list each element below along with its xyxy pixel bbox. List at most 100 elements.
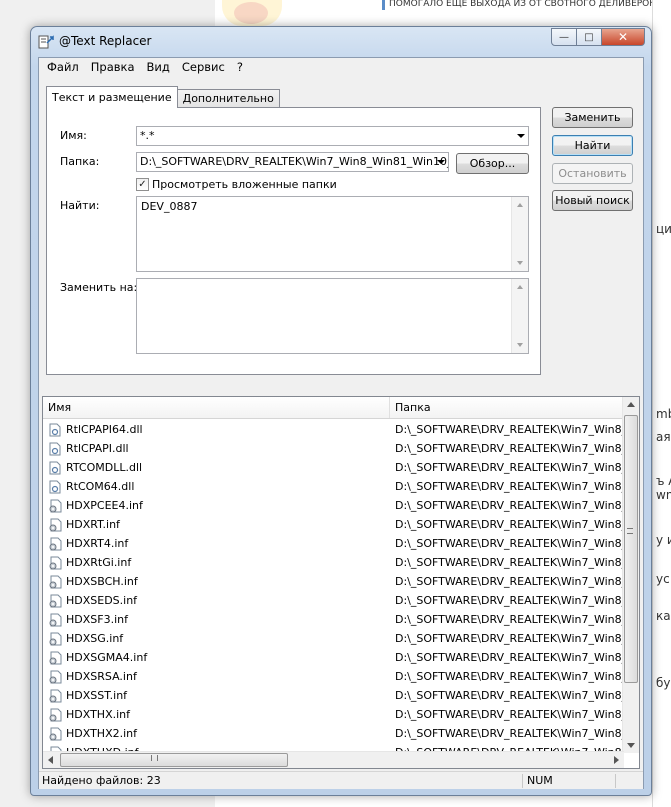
background-text-fragment: ъ А xyxy=(656,474,671,488)
inf-file-icon xyxy=(48,689,62,703)
table-row[interactable]: HDXPCEE4.inf D:\_SOFTWARE\DRV_REALTEK\Win… xyxy=(43,496,624,515)
folder-combo[interactable]: D:\_SOFTWARE\DRV_REALTEK\Win7_Win8_Win81… xyxy=(136,152,449,172)
status-num-indicator: NUM xyxy=(527,774,553,787)
cell-folder: D:\_SOFTWARE\DRV_REALTEK\Win7_Win8_ xyxy=(395,518,624,531)
tab-text-and-location[interactable]: Текст и размещение xyxy=(46,86,178,108)
minimize-button[interactable]: — xyxy=(551,28,577,46)
table-row[interactable]: RTCOMDLL.dll D:\_SOFTWARE\DRV_REALTEK\Win… xyxy=(43,458,624,477)
file-name: HDXRtGi.inf xyxy=(66,556,132,569)
subfolders-checkbox[interactable]: ✓ xyxy=(136,178,149,191)
table-row[interactable]: HDXSGMA4.inf D:\_SOFTWARE\DRV_REALTEK\Win… xyxy=(43,648,624,667)
file-name: HDXRT4.inf xyxy=(66,537,129,550)
scroll-up-arrow-icon[interactable] xyxy=(627,402,635,407)
cell-folder: D:\_SOFTWARE\DRV_REALTEK\Win7_Win8_ xyxy=(395,594,624,607)
file-name: HDXRT.inf xyxy=(66,518,120,531)
stop-button[interactable]: Остановить xyxy=(552,163,633,184)
cell-folder: D:\_SOFTWARE\DRV_REALTEK\Win7_Win8_ xyxy=(395,499,624,512)
file-name: RTCOMDLL.dll xyxy=(66,461,143,474)
menu-file[interactable]: Файл xyxy=(41,58,85,77)
file-name: HDXTHX2.inf xyxy=(66,727,138,740)
table-row[interactable]: HDXTHX.inf D:\_SOFTWARE\DRV_REALTEK\Win7_… xyxy=(43,705,624,724)
table-row[interactable]: HDXRtGi.inf D:\_SOFTWARE\DRV_REALTEK\Win7… xyxy=(43,553,624,572)
file-name: RtlCPAPI64.dll xyxy=(66,423,143,436)
table-row[interactable]: HDXSRSA.inf D:\_SOFTWARE\DRV_REALTEK\Win7… xyxy=(43,667,624,686)
table-row[interactable]: HDXSST.inf D:\_SOFTWARE\DRV_REALTEK\Win7_… xyxy=(43,686,624,705)
cell-name: RTCOMDLL.dll xyxy=(43,458,390,477)
close-button[interactable]: ✕ xyxy=(602,28,645,46)
table-row[interactable]: HDXSF3.inf D:\_SOFTWARE\DRV_REALTEK\Win7_… xyxy=(43,610,624,629)
replace-textarea[interactable] xyxy=(136,278,529,354)
scroll-right-arrow-icon[interactable] xyxy=(614,756,619,764)
inf-file-icon xyxy=(48,499,62,513)
scroll-thumb[interactable] xyxy=(624,415,638,683)
app-icon xyxy=(38,35,54,49)
table-row[interactable]: RtlCPAPI64.dll D:\_SOFTWARE\DRV_REALTEK\W… xyxy=(43,420,624,439)
table-row[interactable]: RtCOM64.dll D:\_SOFTWARE\DRV_REALTEK\Win7… xyxy=(43,477,624,496)
menu-edit[interactable]: Правка xyxy=(85,58,141,77)
inf-file-icon xyxy=(48,518,62,532)
replace-scrollbar[interactable] xyxy=(511,279,528,353)
find-scrollbar[interactable] xyxy=(511,197,528,271)
find-textarea[interactable]: DEV_0887 xyxy=(136,196,529,272)
inf-file-icon xyxy=(48,632,62,646)
cell-name: HDXSBCH.inf xyxy=(43,572,390,591)
file-name: HDXPCEE4.inf xyxy=(66,499,143,512)
file-name: HDXSRSA.inf xyxy=(66,670,137,683)
table-row[interactable]: RtlCPAPI.dll D:\_SOFTWARE\DRV_REALTEK\Win… xyxy=(43,439,624,458)
background-text-fragment: mb xyxy=(656,407,671,421)
results-list[interactable]: Имя Папка RtlCPAPI64.dll D:\_SOFTWARE\DRV… xyxy=(42,396,640,769)
browse-button[interactable]: Обзор... xyxy=(456,153,529,174)
background-text-fragment: у и xyxy=(656,533,671,547)
replace-button[interactable]: Заменить xyxy=(552,107,633,128)
title-bar[interactable]: @Text Replacer — □ ✕ xyxy=(31,27,651,57)
inf-file-icon xyxy=(48,575,62,589)
status-bar: Найдено файлов: 23 NUM xyxy=(39,771,643,789)
scroll-left-arrow-icon[interactable] xyxy=(48,756,53,764)
table-row[interactable]: HDXRT4.inf D:\_SOFTWARE\DRV_REALTEK\Win7_… xyxy=(43,534,624,553)
file-name: HDXSF3.inf xyxy=(66,613,128,626)
file-name: HDXTHX.inf xyxy=(66,708,131,721)
inf-file-icon xyxy=(48,594,62,608)
table-row[interactable]: HDXSEDS.inf D:\_SOFTWARE\DRV_REALTEK\Win7… xyxy=(43,591,624,610)
table-row[interactable]: HDXSG.inf D:\_SOFTWARE\DRV_REALTEK\Win7_W… xyxy=(43,629,624,648)
cell-folder: D:\_SOFTWARE\DRV_REALTEK\Win7_Win8_ xyxy=(395,632,624,645)
list-vertical-scrollbar[interactable] xyxy=(622,397,639,753)
cell-name: HDXSRSA.inf xyxy=(43,667,390,686)
column-header-folder[interactable]: Папка xyxy=(390,397,624,418)
cell-folder: D:\_SOFTWARE\DRV_REALTEK\Win7_Win8_ xyxy=(395,537,624,550)
inf-file-icon xyxy=(48,556,62,570)
menu-help[interactable]: ? xyxy=(231,58,249,77)
cell-folder: D:\_SOFTWARE\DRV_REALTEK\Win7_Win8_ xyxy=(395,575,624,588)
cell-name: RtlCPAPI.dll xyxy=(43,439,390,458)
cell-name: HDXRT4.inf xyxy=(43,534,390,553)
cell-folder: D:\_SOFTWARE\DRV_REALTEK\Win7_Win8_ xyxy=(395,670,624,683)
table-row[interactable]: HDXTHX2.inf D:\_SOFTWARE\DRV_REALTEK\Win7… xyxy=(43,724,624,743)
status-found-count: Найдено файлов: 23 xyxy=(42,774,161,787)
cell-name: HDXRT.inf xyxy=(43,515,390,534)
background-text-fragment: ка xyxy=(656,609,671,623)
subfolders-label: Просмотреть вложенные папки xyxy=(152,178,337,191)
background-text-fragment: ус xyxy=(656,572,670,586)
table-row[interactable]: HDXRT.inf D:\_SOFTWARE\DRV_REALTEK\Win7_W… xyxy=(43,515,624,534)
folder-combo-value: D:\_SOFTWARE\DRV_REALTEK\Win7_Win8_Win81… xyxy=(140,155,449,168)
scroll-down-arrow-icon[interactable] xyxy=(627,743,635,748)
cell-folder: D:\_SOFTWARE\DRV_REALTEK\Win7_Win8_ xyxy=(395,727,624,740)
menu-service[interactable]: Сервис xyxy=(176,58,231,77)
tab-advanced[interactable]: Дополнительно xyxy=(176,89,280,108)
dropdown-arrow-icon[interactable] xyxy=(517,134,525,138)
scroll-thumb-horizontal[interactable] xyxy=(60,753,288,767)
dropdown-arrow-icon[interactable] xyxy=(437,160,445,164)
table-row[interactable]: HDXSBCH.inf D:\_SOFTWARE\DRV_REALTEK\Win7… xyxy=(43,572,624,591)
cell-name: HDXTHX2.inf xyxy=(43,724,390,743)
cell-folder: D:\_SOFTWARE\DRV_REALTEK\Win7_Win8_ xyxy=(395,613,624,626)
column-header-name[interactable]: Имя xyxy=(43,397,390,418)
name-combo[interactable]: *.* xyxy=(136,126,529,146)
maximize-button[interactable]: □ xyxy=(577,28,602,46)
find-button[interactable]: Найти xyxy=(552,135,633,156)
cell-folder: D:\_SOFTWARE\DRV_REALTEK\Win7_Win8_ xyxy=(395,651,624,664)
cell-name: HDXPCEE4.inf xyxy=(43,496,390,515)
list-horizontal-scrollbar[interactable] xyxy=(43,751,624,768)
new-search-button[interactable]: Новый поиск xyxy=(552,190,633,211)
file-name: HDXSST.inf xyxy=(66,689,128,702)
menu-view[interactable]: Вид xyxy=(141,58,176,77)
